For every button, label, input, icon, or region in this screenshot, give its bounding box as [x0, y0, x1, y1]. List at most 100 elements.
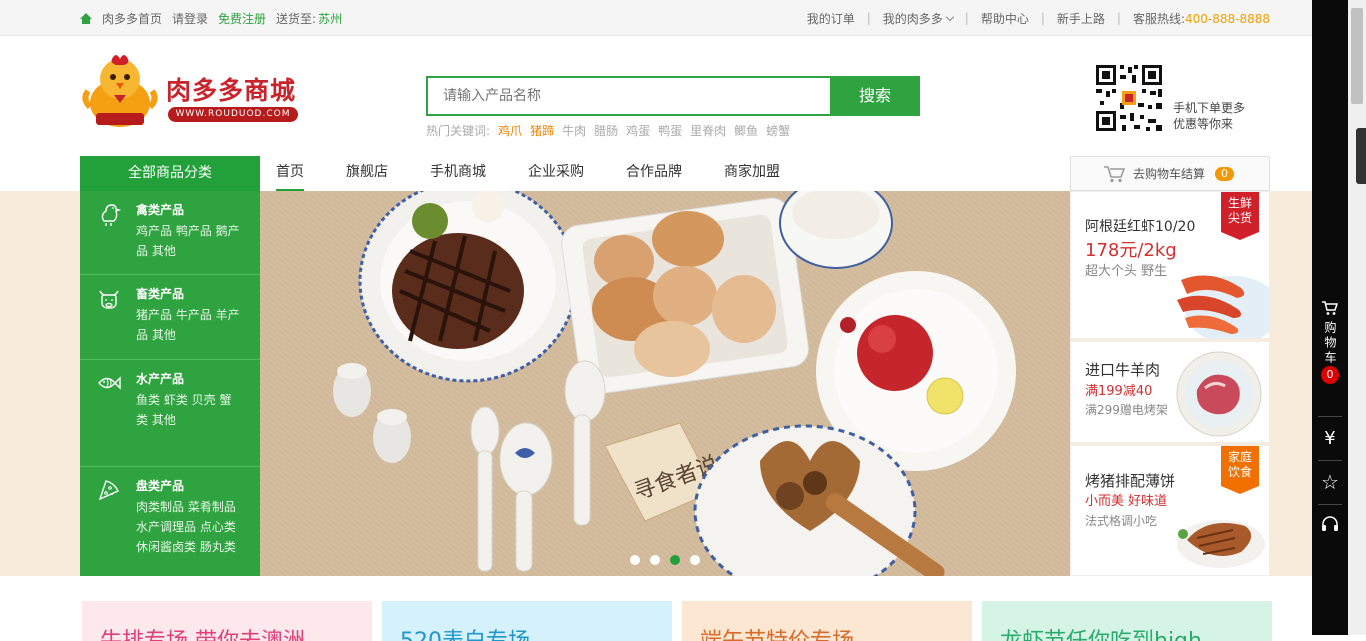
promo-price: 178元/2kg: [1085, 240, 1177, 261]
promo-tag: 生鲜 尖货: [1221, 192, 1259, 240]
featured-card[interactable]: 520表白专场: [382, 601, 672, 641]
hot-keyword[interactable]: 腊肠: [594, 122, 618, 139]
hotline-number: 400-888-8888: [1184, 11, 1270, 26]
nav-item-home[interactable]: 首页: [276, 156, 304, 191]
all-categories-button[interactable]: 全部商品分类: [80, 156, 260, 191]
my-account-link[interactable]: 我的肉多多: [883, 10, 955, 27]
hot-keyword[interactable]: 牛肉: [562, 122, 586, 139]
toolbar-cart[interactable]: 购物车 0: [1312, 300, 1348, 384]
carousel-dot[interactable]: [690, 555, 700, 565]
divider: [1318, 460, 1342, 461]
chicken-icon: [101, 204, 122, 226]
promo-desc: 满299赠电烤架: [1085, 403, 1168, 417]
top-bar: 肉多多首页 请登录 免费注册 送货至: 苏州 我的订单 | 我的肉多多 | 帮助…: [0, 0, 1312, 36]
hot-keyword[interactable]: 鸡爪: [498, 122, 522, 139]
category-seafood[interactable]: 水产产品 鱼类 虾类 贝壳 蟹类 其他: [80, 360, 260, 467]
cow-icon: [99, 290, 119, 309]
featured-card[interactable]: 牛排专场 带你去澳洲: [82, 601, 372, 641]
toolbar-favorites[interactable]: ☆: [1312, 470, 1348, 494]
carousel-dots: [630, 555, 700, 565]
hot-keyword[interactable]: 螃蟹: [766, 122, 790, 139]
cart-icon: [1104, 165, 1125, 182]
promo-title: 烤猪排配薄饼: [1085, 472, 1176, 490]
featured-card-title: 端午节特价专场: [700, 623, 854, 641]
category-poultry[interactable]: 禽类产品 鸡产品 鸭产品 鹅产品 其他: [80, 191, 260, 275]
promo-tag: 家庭 饮食: [1221, 446, 1259, 494]
shrimp-image: [1177, 275, 1269, 338]
hot-keyword[interactable]: 鸡蛋: [626, 122, 650, 139]
carousel-dot-active[interactable]: [670, 555, 680, 565]
promo-title: 进口牛羊肉: [1085, 361, 1161, 379]
fish-icon: [98, 376, 121, 390]
cart-checkout-button[interactable]: 去购物车结算 0: [1070, 156, 1270, 191]
nav-item-enterprise[interactable]: 企业采购: [528, 156, 584, 191]
carousel-dot[interactable]: [650, 555, 660, 565]
nav-item-mobile[interactable]: 手机商城: [430, 156, 486, 191]
nav-items: 首页 旗舰店 手机商城 企业采购 合作品牌 商家加盟: [276, 156, 822, 191]
logo-url: WWW.ROUDUOD.COM: [168, 107, 298, 122]
help-link[interactable]: 帮助中心: [981, 10, 1029, 27]
category-links[interactable]: 肉类制品 菜肴制品 水产调理品 点心类 休闲酱卤类 肠丸类: [136, 497, 242, 557]
cart-count-badge: 0: [1215, 166, 1235, 181]
city-select[interactable]: 苏州: [318, 10, 342, 27]
carousel-dot[interactable]: [630, 555, 640, 565]
login-link[interactable]: 请登录: [172, 10, 208, 27]
promo-card-shrimp[interactable]: 阿根廷红虾10/20 178元/2kg 超大个头 野生 生鲜 尖货: [1070, 191, 1270, 339]
featured-card-title: 龙虾节任你吃到high: [1000, 623, 1202, 641]
featured-card-title: 520表白专场: [400, 623, 530, 641]
newbie-link[interactable]: 新手上路: [1057, 10, 1105, 27]
divider: [1318, 504, 1342, 505]
category-prepared[interactable]: 盘类产品 肉类制品 菜肴制品 水产调理品 点心类 休闲酱卤类 肠丸类: [80, 467, 260, 576]
category-title: 畜类产品: [136, 287, 185, 301]
toolbar-cart-label: 购物车: [1323, 321, 1337, 366]
pizza-icon: [98, 480, 119, 501]
nav-item-join[interactable]: 商家加盟: [724, 156, 780, 191]
featured-card[interactable]: 龙虾节任你吃到high: [982, 601, 1272, 641]
promo-card-pork[interactable]: 烤猪排配薄饼 小而美 好味道 法式格调小吃 家庭 饮食: [1070, 445, 1270, 576]
home-icon[interactable]: [80, 12, 92, 24]
home-link[interactable]: 肉多多首页: [102, 10, 162, 27]
featured-row: 牛排专场 带你去澳洲 520表白专场 端午节特价专场 龙虾节任你吃到high: [82, 601, 1272, 641]
search-input[interactable]: [428, 78, 830, 114]
search-button[interactable]: 搜索: [830, 76, 920, 116]
scrollbar-thumb[interactable]: [1351, 8, 1363, 104]
toolbar-assets[interactable]: ¥: [1312, 428, 1348, 449]
hero-banner[interactable]: 寻食者说: [260, 191, 1070, 576]
divider: |: [866, 11, 871, 25]
chevron-down-icon: [945, 12, 955, 21]
nav-item-flagship[interactable]: 旗舰店: [346, 156, 388, 191]
app-promo-text: 手机下单更多 优惠等你来: [1173, 100, 1245, 132]
promo-title: 阿根廷红虾10/20: [1085, 219, 1196, 235]
divider: |: [1116, 11, 1121, 25]
toolbar-service[interactable]: [1312, 514, 1348, 537]
star-icon: ☆: [1321, 470, 1339, 494]
category-links[interactable]: 鸡产品 鸭产品 鹅产品 其他: [136, 221, 242, 261]
site-logo[interactable]: 肉多多商城 WWW.ROUDUOD.COM: [80, 51, 302, 129]
category-title: 水产产品: [136, 372, 185, 386]
app-promo-line1: 手机下单更多: [1173, 101, 1246, 115]
category-sidebar: 禽类产品 鸡产品 鸭产品 鹅产品 其他 畜类产品 猪产品 牛产品 羊产品 其他 …: [80, 191, 260, 576]
nav-item-brands[interactable]: 合作品牌: [626, 156, 682, 191]
my-orders-link[interactable]: 我的订单: [807, 10, 855, 27]
divider: |: [964, 11, 969, 25]
hot-keyword[interactable]: 里脊肉: [690, 122, 726, 139]
beef-image: [1176, 351, 1262, 437]
category-links[interactable]: 猪产品 牛产品 羊产品 其他: [136, 305, 242, 345]
side-panel-handle[interactable]: [1356, 128, 1366, 184]
register-link[interactable]: 免费注册: [218, 10, 266, 27]
hot-keyword[interactable]: 鲫鱼: [734, 122, 758, 139]
chicken-mascot-icon: [82, 55, 158, 127]
featured-card[interactable]: 端午节特价专场: [682, 601, 972, 641]
cart-label: 去购物车结算: [1133, 167, 1206, 181]
hot-keyword[interactable]: 猪蹄: [530, 122, 554, 139]
category-livestock[interactable]: 畜类产品 猪产品 牛产品 羊产品 其他: [80, 275, 260, 360]
hot-keywords-label: 热门关键词:: [426, 124, 491, 138]
page-scrollbar[interactable]: [1348, 0, 1366, 635]
category-links[interactable]: 鱼类 虾类 贝壳 蟹类 其他: [136, 390, 242, 430]
hot-keyword[interactable]: 鸭蛋: [658, 122, 682, 139]
header: 肉多多商城 WWW.ROUDUOD.COM 搜索 热门关键词: 鸡爪 猪蹄 牛肉…: [0, 36, 1312, 156]
promo-price: 满199减40: [1085, 384, 1153, 399]
promo-card-beef[interactable]: 进口牛羊肉 满199减40 满299赠电烤架: [1070, 341, 1270, 443]
category-title: 盘类产品: [136, 479, 185, 493]
logo-text: 肉多多商城: [166, 76, 297, 105]
